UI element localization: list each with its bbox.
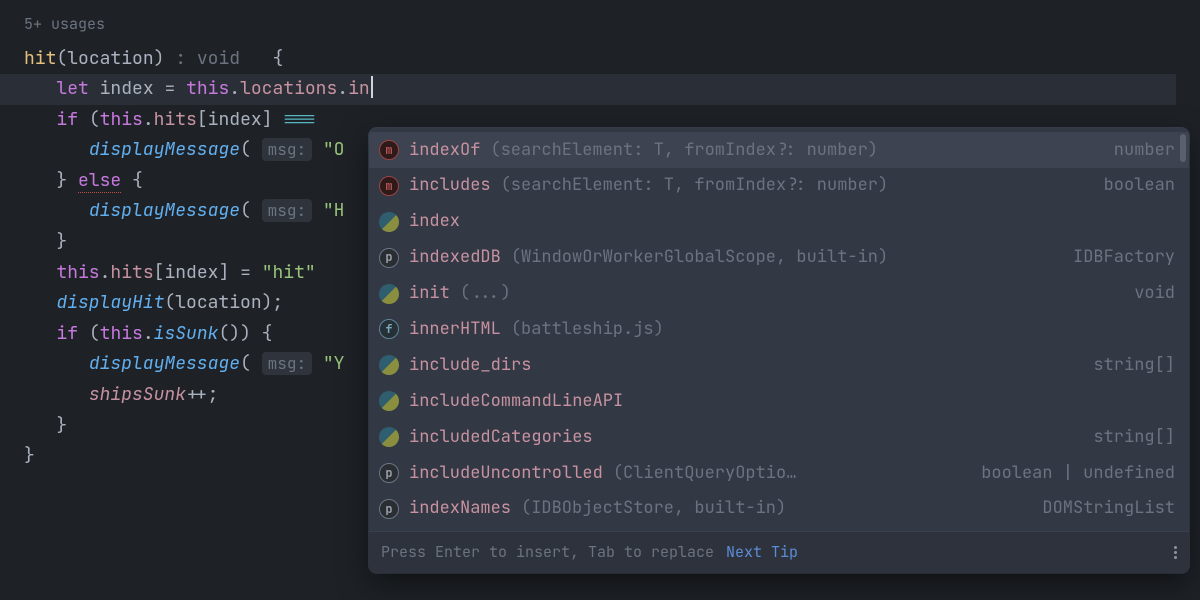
js-icon [379,212,399,232]
completion-signature: (searchElement: T, fromIndex?: number) [490,136,878,165]
completion-name: index [409,207,460,236]
js-icon [379,391,399,411]
completion-item[interactable]: p includeUncontrolled (ClientQueryOptio… b… [369,455,1189,491]
completion-return-type: boolean [1104,171,1175,200]
code-line-active[interactable]: let index = this.locations.in [0,74,1176,105]
completion-item[interactable]: f innerHTML (battleship.js) [369,311,1189,347]
js-icon [379,284,399,304]
more-menu-icon[interactable] [1174,544,1177,561]
completion-list[interactable]: m indexOf (searchElement: T, fromIndex?: n… [369,128,1189,531]
completion-signature: (...) [460,279,511,308]
code-line[interactable]: hit(location) : void { [24,44,1200,75]
completion-return-type: string[] [1093,423,1175,452]
completion-return-type: void [1134,279,1175,308]
method-icon: m [379,176,399,196]
completion-item[interactable]: includeCommandLineAPI [369,383,1189,419]
completion-return-type: IDBFactory [1073,243,1175,272]
property-icon: p [379,248,399,268]
completion-item[interactable]: p indexedDB (WindowOrWorkerGlobalScope, b… [369,240,1189,276]
completion-item[interactable]: init (...) void [369,276,1189,312]
completion-signature: (searchElement: T, fromIndex?: number) [501,171,889,200]
completion-name: indexOf [409,136,480,165]
completion-name: includes [409,171,491,200]
completion-return-type: string[] [1093,351,1175,380]
completion-return-type: boolean | undefined [981,459,1175,488]
js-icon [379,355,399,375]
method-icon: m [379,140,399,160]
completion-return-type: DOMStringList [1042,494,1175,523]
completion-popup: m indexOf (searchElement: T, fromIndex?: n… [369,128,1189,573]
completion-item[interactable]: m includes (searchElement: T, fromIndex?: … [369,168,1189,204]
next-tip-link[interactable]: Next Tip [726,540,798,566]
completion-item[interactable]: m indexOf (searchElement: T, fromIndex?: n… [369,132,1189,168]
footer-hint: Press Enter to insert, Tab to replace [381,540,714,566]
completion-item[interactable]: include_dirs string[] [369,347,1189,383]
property-icon: p [379,499,399,519]
completion-name: includeUncontrolled [409,459,603,488]
completion-signature: (ClientQueryOptio… [613,459,797,488]
property-icon: p [379,463,399,483]
field-icon: f [379,319,399,339]
completion-name: include_dirs [409,351,531,380]
completion-item[interactable]: p indexNames (IDBObjectStore, built-in) DO… [369,491,1189,527]
completion-signature: (WindowOrWorkerGlobalScope, built-in) [511,243,888,272]
completion-name: includedCategories [409,423,593,452]
completion-name: indexedDB [409,243,501,272]
completion-name: includeCommandLineAPI [409,387,623,416]
completion-item[interactable]: index [369,204,1189,240]
completion-name: indexNames [409,494,511,523]
usages-hint[interactable]: 5+ usages [24,12,1200,38]
js-icon [379,427,399,447]
completion-signature: (battleship.js) [511,315,664,344]
completion-name: innerHTML [409,315,501,344]
scrollbar-thumb[interactable] [1180,134,1186,162]
completion-return-type: number [1114,136,1175,165]
completion-item[interactable]: includedCategories string[] [369,419,1189,455]
completion-signature: (IDBObjectStore, built-in) [521,494,786,523]
text-cursor [371,76,373,98]
completion-name: init [409,279,450,308]
completion-footer: Press Enter to insert, Tab to replace Ne… [369,531,1189,574]
